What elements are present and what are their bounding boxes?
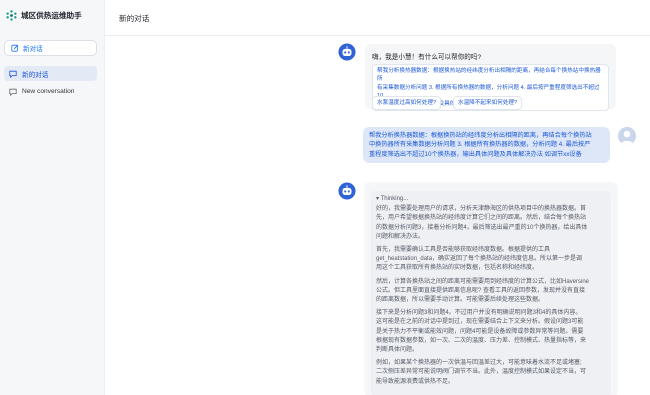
thinking-toggle[interactable]: ▾ Thinking... xyxy=(376,195,606,204)
thinking-paragraph: 例如，如果某个换热器的一次供温与回温差过大，可能意味着水流不足或堵塞; 二次侧压… xyxy=(376,359,606,387)
thinking-paragraph: 好的，我需要处理用户的请求，分析天津静海区的供热项目中的换热器数据。首 先，用户… xyxy=(376,205,606,242)
sidebar-item-current-chat[interactable]: 新的对话 xyxy=(4,66,97,81)
thinking-paragraph: 然后，计算各换热站之间的距离可能需要用到经纬度的计算公式，比如Haversine… xyxy=(376,278,606,306)
edit-icon xyxy=(11,44,19,52)
thinking-line: 的距离数据，所以需要手动计算。可能需要后续处理这些数据。 xyxy=(376,297,545,304)
chat-bubble-icon xyxy=(9,70,17,78)
user-message-bubble: 帮我分析换热器数据：根据换热站的经纬度分析出相隔的距离，再结合每个换热站 中换热… xyxy=(363,127,610,164)
user-message-line: 中换热器所有采集数据分析问题 3. 根据所有换热器的数据，分析问题 4. 最后按… xyxy=(369,141,591,149)
thinking-paragraph: 首先，我需要确认工具是否能够获取经纬度数据。根据提供的工具 get_heatst… xyxy=(376,246,606,274)
thinking-line: 问题和解决办法。 xyxy=(376,233,425,240)
header: 新的对话 xyxy=(105,0,650,36)
thinking-line: 能导致能源浪费或供热不足。 xyxy=(376,378,455,385)
thinking-line: 的数据分析问题3，接着分析问题4，最后筛选出最严重的10个换热器，给出具体 xyxy=(376,224,588,231)
thinking-label: Thinking... xyxy=(380,196,409,202)
thinking-line: 首先，我需要确认工具是否能够获取经纬度数据。根据提供的工具 xyxy=(376,247,551,254)
chat-area: 嗨，我是小慧！有什么可以帮你的吗? 帮我分析换热器数据：根据换热站的经纬度分析出… xyxy=(105,36,650,395)
thinking-line: 先，用户希望根据换热站的经纬度计算它们之间的距离。然后，结合每个换热站 xyxy=(376,215,587,222)
thinking-line: get_heatstation_data，确实返回了每个换热站的经纬度信息。所以… xyxy=(376,256,583,263)
bot-avatar xyxy=(338,43,356,61)
sidebar-item-label: New conversation xyxy=(22,88,75,95)
thinking-panel: ▾ Thinking... 好的，我需要处理用户的请求，分析天津静海区的供热项目… xyxy=(371,191,611,395)
user-avatar xyxy=(618,127,636,145)
bot-avatar xyxy=(338,182,356,200)
user-message-line: 重程度筛选出不超过10个换热器，输出具体问题及具体解决办法 如调节xx设备 xyxy=(369,150,582,158)
sidebar-item-label: 新的对话 xyxy=(22,71,49,79)
app-title: 城区供热运维助手 xyxy=(21,11,82,20)
thinking-line: 是关于热力不平衡或能效问题，问题4可能是设备故障或参数异常等问题。需要 xyxy=(376,328,584,335)
thinking-line: 公式。但工具里面直接提供距离信息呢? 查看工具的返回参数，发现并没有直接 xyxy=(376,287,586,294)
logo-icon xyxy=(6,10,17,21)
thinking-line: 用这个工具获取所有换热站的实时数据，包括名称和经纬度。 xyxy=(376,265,539,272)
sidebar-item-new-conversation[interactable]: New conversation xyxy=(4,84,97,99)
greeting-text: 嗨，我是小慧！有什么可以帮你的吗? xyxy=(372,54,482,61)
suggestion-water-temp[interactable]: 水温降不起来如何处理? xyxy=(453,96,523,111)
new-chat-label: 新对话 xyxy=(23,46,43,53)
thinking-line: 根据现有数据参数，如一次、二次的温度、压力差、控制模式、热量指标等，来 xyxy=(376,337,587,344)
suggestion-line: 帮我分析换热器数据：根据换热站的经纬度分析出相隔的距离，再结合每个换热站中换热器… xyxy=(377,68,601,83)
sidebar: 城区供热运维助手 新对话 新的对话 New conversation xyxy=(0,0,105,395)
user-message-line: 帮我分析换热器数据：根据换热站的经纬度分析出相隔的距离，再结合每个换热站 xyxy=(369,132,592,139)
thinking-line: 这可能是在之前的对话中提到过，现在需要结合上下文来分析。假设问题3可能 xyxy=(376,319,584,326)
suggestion-label: 水温降不起来如何处理? xyxy=(458,100,518,106)
thinking-line: 二次侧压差异常可能说明阀门调节不当。此外，温度控制模式如果设定不当，可 xyxy=(376,369,587,376)
suggestion-label: 水泵温度过高如何处理? xyxy=(377,100,437,106)
thinking-line: 例如，如果某个换热器的一次供温与回温差过大，可能意味着水流不足或堵塞; xyxy=(376,360,582,367)
brand: 城区供热运维助手 xyxy=(6,10,82,21)
thinking-line: 然后，计算各换热站之间的距离可能需要用到经纬度的计算公式，比如Haversine xyxy=(376,278,590,285)
page-title: 新的对话 xyxy=(119,14,150,23)
thinking-line: 接下来是分析问题3和问题4。不过用户并没有明确说明问题3和4的具体内容。 xyxy=(376,310,582,317)
suggestion-pump-temp[interactable]: 水泵温度过高如何处理? xyxy=(372,96,442,111)
new-chat-button[interactable]: 新对话 xyxy=(4,40,97,56)
chat-bubble-icon xyxy=(9,88,17,96)
bot-answer-bubble: ▾ Thinking... 好的，我需要处理用户的请求，分析天津静海区的供热项目… xyxy=(364,182,618,395)
thinking-line: 判断具体问题。 xyxy=(376,347,419,354)
thinking-line: 好的，我需要处理用户的请求，分析天津静海区的供热项目中的换热器数据。首 xyxy=(376,206,587,213)
user-icon xyxy=(620,130,634,145)
bot-greeting-bubble: 嗨，我是小慧！有什么可以帮你的吗? 帮我分析换热器数据：根据换热站的经纬度分析出… xyxy=(365,44,616,112)
thinking-paragraph: 接下来是分析问题3和问题4。不过用户并没有明确说明问题3和4的具体内容。 这可能… xyxy=(376,309,606,355)
